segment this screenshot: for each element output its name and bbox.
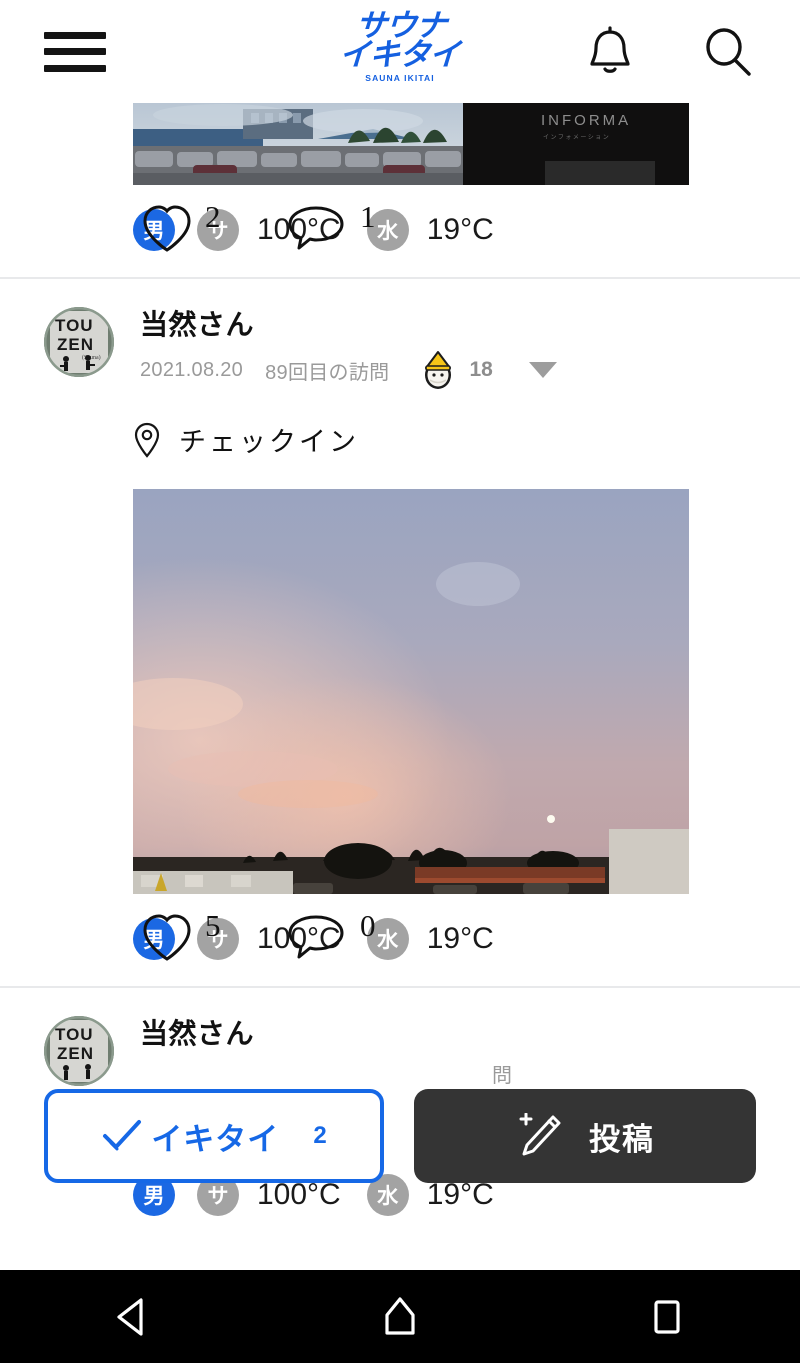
app-header: サウナ イキタイ SAUNA IKITAI (0, 0, 800, 103)
ikitai-label: イキタイ (151, 1121, 280, 1157)
checkin-row: チェックイン (0, 390, 800, 459)
app-logo[interactable]: サウナ イキタイ SAUNA IKITAI (338, 8, 461, 83)
android-recents-button[interactable] (607, 1270, 727, 1363)
comment-count: 0 (360, 908, 376, 944)
post-card: TOU ZEN (Sauna) 当然さん 2021.08.20 89回目の訪問 … (0, 279, 800, 987)
svg-text:(Sauna): (Sauna) (82, 354, 101, 361)
checkin-label: チェックイン (179, 427, 359, 458)
sauna-temp-value: 100°C (257, 213, 341, 246)
post-card: INFORMA インフォメーション 男 サ 100°C 水 19°C 2 1 (0, 103, 800, 277)
username[interactable]: 当然さん (140, 309, 800, 341)
ikitai-button[interactable]: イキタイ 2 (44, 1089, 384, 1183)
username[interactable]: 当然さん (140, 1018, 800, 1050)
totonoi-hat-icon (425, 351, 452, 390)
floating-action-bar: イキタイ 2 投稿 (0, 1089, 800, 1183)
back-triangle-icon (117, 1297, 143, 1336)
dusk-sky-photo (133, 489, 689, 895)
gender-badge: 男 (133, 918, 175, 961)
search-glyph (706, 27, 751, 76)
avatar[interactable]: TOU ZEN (44, 1016, 114, 1087)
check-icon (103, 1120, 142, 1151)
water-temp-value: 19°C (426, 922, 494, 956)
chevron-down-icon[interactable] (528, 362, 557, 379)
notification-bell-icon[interactable] (584, 25, 636, 78)
android-back-button[interactable] (73, 1270, 193, 1363)
svg-text:ZEN: ZEN (57, 1044, 94, 1063)
hamburger-menu-icon[interactable] (44, 28, 106, 76)
gender-badge: 男 (133, 209, 175, 251)
totonoi-count: 18 (469, 358, 493, 382)
like-count: 5 (205, 908, 221, 944)
hamburger-line (44, 48, 106, 55)
android-navigation-bar (0, 1270, 800, 1363)
location-pin-icon (134, 422, 160, 458)
logo-main-text: サウナ イキタイ (338, 8, 461, 73)
home-icon (385, 1296, 415, 1335)
post-meta-row: 2021.08.20 89回目の訪問 18 (140, 350, 800, 390)
post-date: 2021.08.20 (140, 358, 244, 381)
svg-text:ZEN: ZEN (57, 335, 94, 354)
search-icon[interactable] (702, 26, 754, 78)
parking-lot-photo: INFORMA インフォメーション (133, 103, 689, 185)
svg-text:TOU: TOU (55, 316, 94, 335)
post-photo[interactable] (133, 489, 689, 895)
avatar[interactable]: TOU ZEN (Sauna) (44, 307, 114, 377)
comment-count: 1 (360, 199, 376, 234)
post-feed: INFORMA インフォメーション 男 サ 100°C 水 19°C 2 1 T… (0, 103, 800, 1243)
totonoi-badge: 18 (421, 350, 557, 390)
android-home-button[interactable] (340, 1270, 460, 1363)
post-user-info: 当然さん 問 (140, 1016, 800, 1088)
post-label: 投稿 (589, 1121, 655, 1157)
hamburger-line (44, 31, 106, 39)
svg-text:インフォメーション: インフォメーション (543, 134, 610, 141)
visit-count-text: 89回目の訪問 (265, 361, 390, 384)
water-temp-value: 19°C (426, 1178, 494, 1212)
post-meta-row: 問 (140, 1059, 800, 1088)
bell-glyph (590, 25, 630, 73)
visit-count-fragment: 問 (492, 1065, 513, 1088)
post-header: TOU ZEN (Sauna) 当然さん 2021.08.20 89回目の訪問 … (0, 279, 800, 390)
avatar-image: TOU ZEN (Sauna) (44, 307, 114, 377)
logo-sub-text: SAUNA IKITAI (365, 72, 435, 83)
recents-square-icon (654, 1299, 680, 1334)
sauna-temp-value: 100°C (257, 922, 341, 956)
header-actions (584, 25, 766, 78)
avatar-image: TOU ZEN (44, 1016, 114, 1087)
compose-pen-icon (519, 1113, 561, 1156)
temperature-row: 男 サ 100°C 水 19°C 2 1 (0, 185, 800, 277)
like-count: 2 (205, 199, 221, 234)
post-header: TOU ZEN 当然さん 問 (0, 988, 800, 1088)
water-temp-value: 19°C (426, 213, 494, 246)
svg-text:TOU: TOU (55, 1025, 94, 1044)
sauna-temp-value: 100°C (257, 1178, 341, 1212)
temperature-row: 男 サ 100°C 水 19°C 5 0 (0, 894, 800, 986)
hamburger-line (44, 64, 106, 72)
post-user-info: 当然さん 2021.08.20 89回目の訪問 18 (140, 307, 800, 390)
svg-text:INFORMA: INFORMA (541, 112, 631, 129)
post-button[interactable]: 投稿 (414, 1089, 756, 1183)
ikitai-count: 2 (313, 1122, 327, 1149)
post-photo[interactable]: INFORMA インフォメーション (133, 103, 689, 185)
